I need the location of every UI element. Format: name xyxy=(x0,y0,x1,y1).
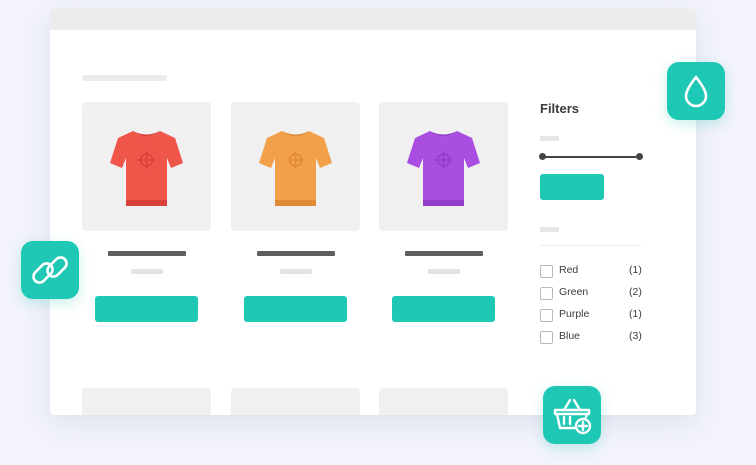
product-price xyxy=(130,269,163,274)
slider-min-handle[interactable] xyxy=(539,153,546,160)
product-title xyxy=(107,251,186,256)
product-title xyxy=(404,251,483,256)
basket-add-icon xyxy=(553,398,592,435)
divider xyxy=(540,245,641,246)
product-card-placeholder[interactable] xyxy=(379,388,508,415)
checkbox[interactable] xyxy=(540,331,553,344)
price-range-slider[interactable] xyxy=(542,156,639,158)
shop-window: Filters Red (1) Green (2) Purple (1) Blu… xyxy=(50,9,696,415)
tshirt-icon xyxy=(259,131,332,206)
link-icon xyxy=(32,256,68,284)
window-titlebar xyxy=(50,9,696,30)
filter-option-green[interactable]: Green (2) xyxy=(540,286,650,302)
add-to-cart-button[interactable] xyxy=(392,296,495,322)
product-card[interactable] xyxy=(379,102,508,322)
filter-option-label: Purple xyxy=(559,308,590,320)
link-badge xyxy=(21,241,79,299)
checkbox[interactable] xyxy=(540,265,553,278)
filter-option-label: Red xyxy=(559,264,579,276)
product-image[interactable] xyxy=(379,102,508,231)
basket-badge xyxy=(543,386,601,444)
product-card-placeholder[interactable] xyxy=(231,388,360,415)
product-price xyxy=(427,269,460,274)
add-to-cart-button[interactable] xyxy=(95,296,198,322)
slider-max-handle[interactable] xyxy=(636,153,643,160)
price-label xyxy=(540,136,559,141)
add-to-cart-button[interactable] xyxy=(244,296,347,322)
filter-option-label: Green xyxy=(559,286,589,298)
filter-option-purple[interactable]: Purple (1) xyxy=(540,308,650,324)
tshirt-icon xyxy=(110,131,183,206)
filter-option-blue[interactable]: Blue (3) xyxy=(540,330,650,346)
product-title xyxy=(256,251,335,256)
product-card-placeholder[interactable] xyxy=(82,388,211,415)
product-image[interactable] xyxy=(231,102,360,231)
breadcrumb xyxy=(82,75,167,81)
filter-option-red[interactable]: Red (1) xyxy=(540,264,650,280)
filter-option-count: (3) xyxy=(629,330,642,342)
product-card[interactable] xyxy=(231,102,360,322)
filters-title: Filters xyxy=(540,101,580,116)
drop-badge xyxy=(667,62,725,120)
filter-option-count: (1) xyxy=(629,264,642,276)
product-price xyxy=(279,269,312,274)
checkbox[interactable] xyxy=(540,287,553,300)
tshirt-icon xyxy=(407,131,480,206)
filter-option-label: Blue xyxy=(559,330,581,342)
color-label xyxy=(540,227,559,232)
water-drop-icon xyxy=(684,75,708,108)
product-card[interactable] xyxy=(82,102,211,322)
checkbox[interactable] xyxy=(540,309,553,322)
filter-option-count: (1) xyxy=(629,308,642,320)
filter-option-count: (2) xyxy=(629,286,642,298)
product-image[interactable] xyxy=(82,102,211,231)
apply-filter-button[interactable] xyxy=(540,174,604,200)
